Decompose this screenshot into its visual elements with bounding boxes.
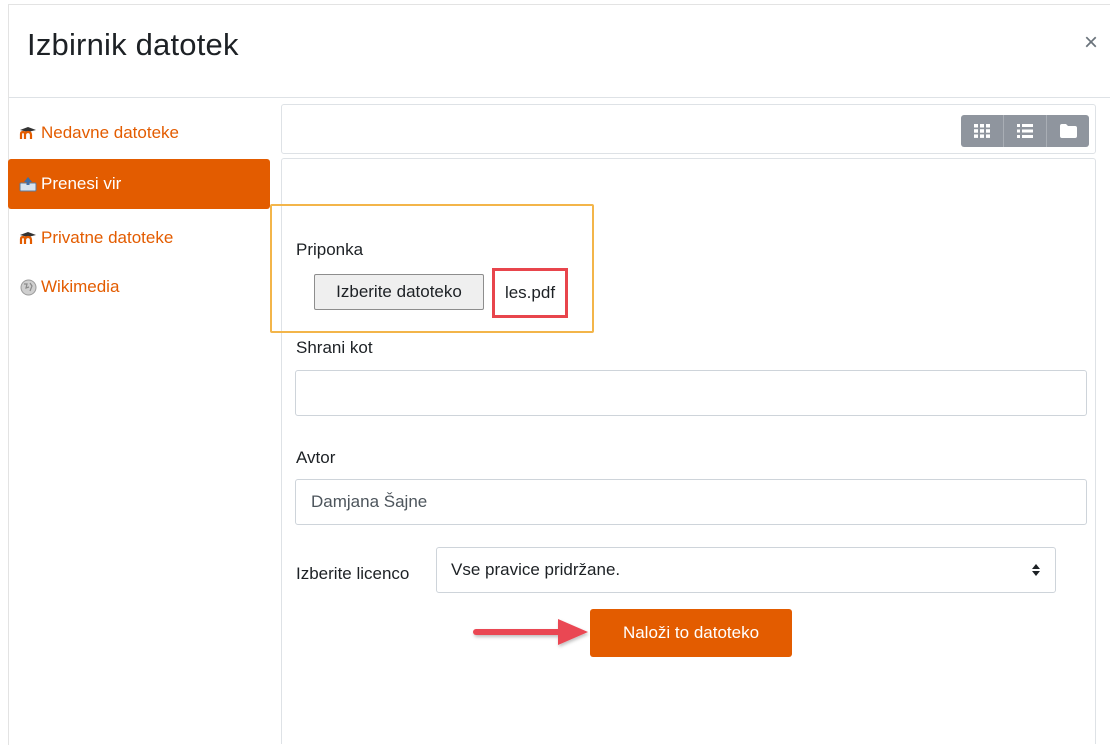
upload-icon	[19, 175, 37, 193]
upload-file-button[interactable]: Naloži to datoteko	[590, 609, 792, 657]
save-as-input[interactable]	[295, 370, 1087, 416]
attachment-label: Priponka	[296, 240, 364, 259]
save-as-label: Shrani kot	[296, 338, 373, 357]
sidebar-item-label: Nedavne datoteke	[41, 123, 179, 142]
sidebar-item-recent-files[interactable]: Nedavne datoteke	[8, 108, 270, 158]
sidebar-item-label: Privatne datoteke	[41, 228, 174, 247]
choose-file-button[interactable]: Izberite datoteko	[314, 274, 484, 310]
moodle-icon	[19, 229, 37, 247]
select-caret-icon	[1031, 561, 1041, 579]
author-input[interactable]: Damjana Šajne	[295, 479, 1087, 525]
folder-view-button[interactable]	[1046, 115, 1089, 147]
license-select-value: Vse pravice pridržane.	[451, 560, 621, 579]
list-view-button[interactable]	[1003, 115, 1046, 147]
dialog-title: Izbirnik datotek	[27, 27, 239, 62]
file-picker-toolbar	[281, 104, 1096, 154]
list-view-icon	[1017, 124, 1033, 138]
grid-view-button[interactable]	[961, 115, 1003, 147]
view-switcher	[961, 115, 1089, 147]
wikimedia-icon	[19, 278, 37, 296]
license-label: Izberite licenco	[296, 564, 410, 583]
arrow-annotation-icon	[473, 619, 588, 645]
sidebar-item-label: Prenesi vir	[41, 174, 122, 193]
sidebar-item-private-files[interactable]: Privatne datoteke	[8, 213, 270, 263]
moodle-icon	[19, 124, 37, 142]
author-label: Avtor	[296, 448, 336, 467]
grid-view-icon	[974, 124, 990, 138]
selected-file-name: les.pdf	[492, 268, 568, 318]
sidebar-item-upload[interactable]: Prenesi vir	[8, 159, 270, 209]
sidebar-item-label: Wikimedia	[41, 277, 120, 296]
license-select[interactable]: Vse pravice pridržane.	[436, 547, 1056, 593]
sidebar-item-wikimedia[interactable]: Wikimedia	[8, 262, 270, 312]
dialog-header: Izbirnik datotek ×	[9, 5, 1110, 98]
close-button[interactable]: ×	[1077, 29, 1105, 57]
folder-view-icon	[1059, 124, 1077, 138]
